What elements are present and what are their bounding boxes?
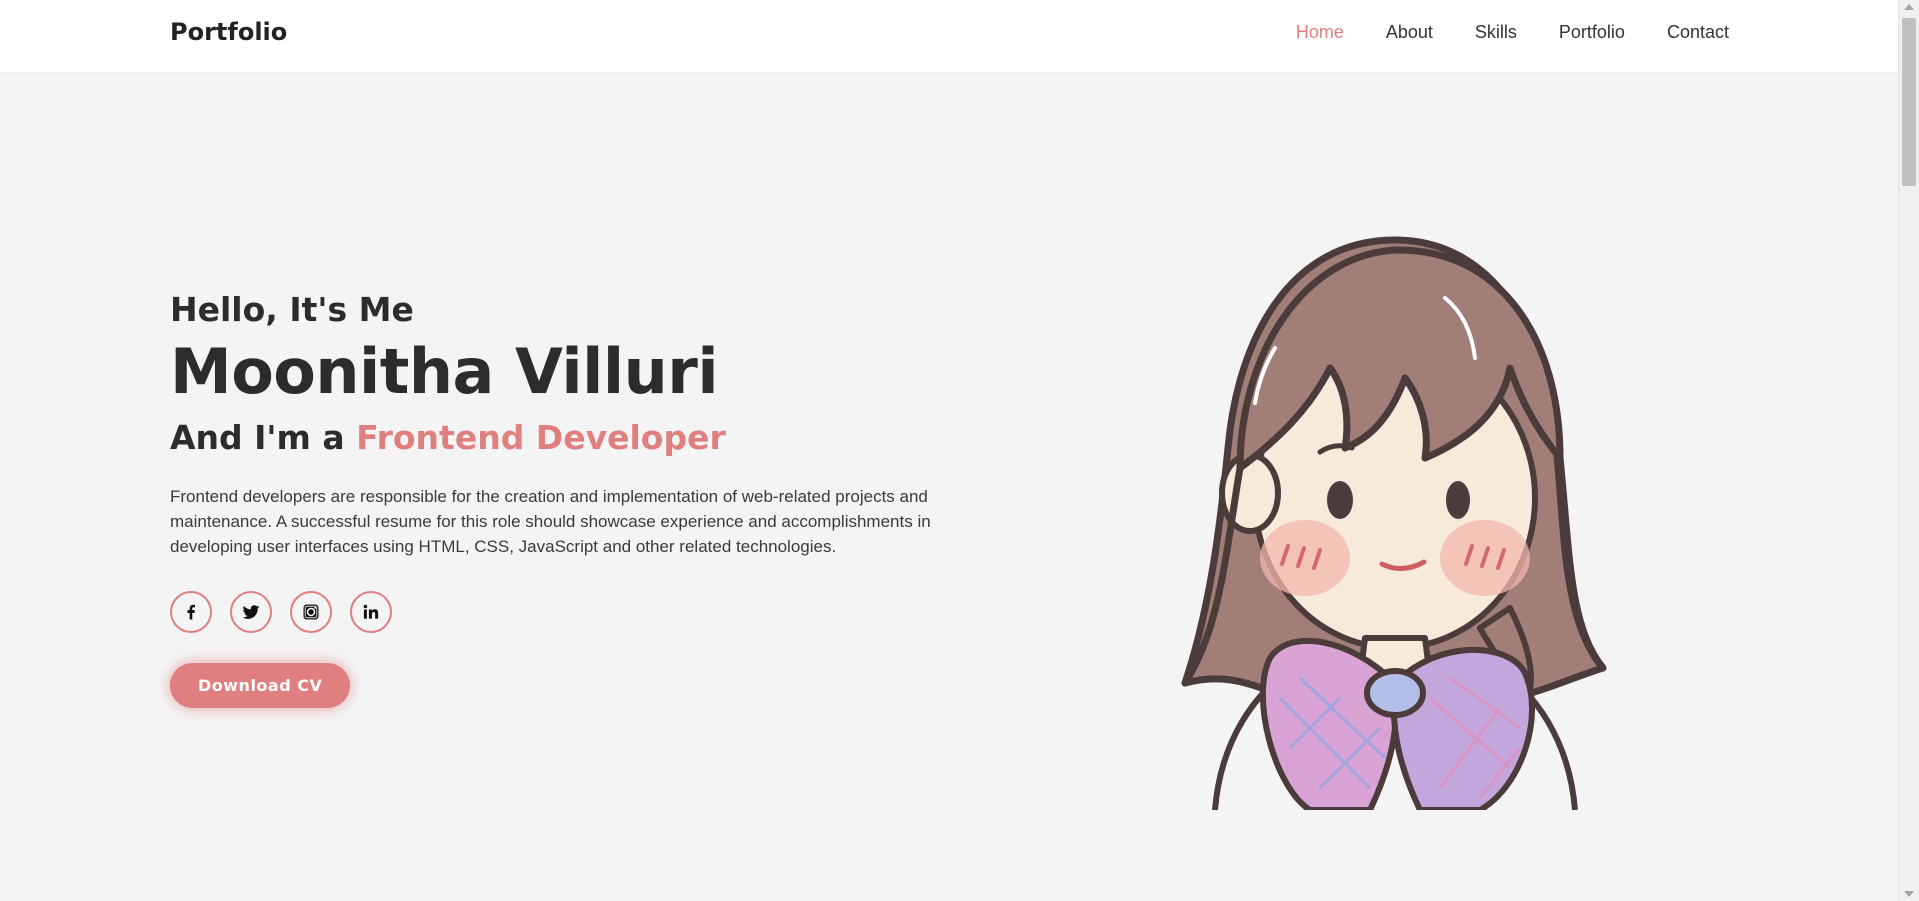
scrollbar-thumb[interactable] [1902,18,1916,186]
social-links [170,591,1000,633]
instagram-icon [303,604,319,620]
twitter-icon [242,605,260,619]
scroll-down-arrow-icon[interactable] [1904,891,1914,897]
site-header: Portfolio Home About Skills Portfolio Co… [0,0,1899,72]
hero-role-highlight: Frontend Developer [356,418,726,457]
nav-link-home[interactable]: Home [1296,22,1344,43]
hero-greeting: Hello, It's Me [170,290,414,329]
facebook-icon [187,604,195,620]
hero-name: Moonitha Villuri [170,335,719,408]
nav-link-skills[interactable]: Skills [1475,22,1517,43]
facebook-link[interactable] [170,591,212,633]
nav-link-contact[interactable]: Contact [1667,22,1729,43]
avatar-illustration [1180,228,1610,813]
vertical-scrollbar[interactable] [1898,0,1919,901]
scroll-up-arrow-icon[interactable] [1904,4,1914,10]
nav-link-about[interactable]: About [1386,22,1433,43]
page: Portfolio Home About Skills Portfolio Co… [0,0,1919,901]
girl-avatar-illustration [1181,236,1607,813]
linkedin-link[interactable] [350,591,392,633]
download-cv-button[interactable]: Download CV [170,663,351,708]
nav-link-portfolio[interactable]: Portfolio [1559,22,1625,43]
hero-role: And I'm a Frontend Developer [170,418,1000,458]
hero-section: Hello, It's Me Moonitha Villuri And I'm … [170,290,1000,708]
main-nav: Home About Skills Portfolio Contact [1296,22,1729,43]
site-logo[interactable]: Portfolio [170,18,287,46]
hero-description: Frontend developers are responsible for … [170,487,931,556]
twitter-link[interactable] [230,591,272,633]
linkedin-icon [363,604,379,619]
instagram-link[interactable] [290,591,332,633]
hero-role-prefix: And I'm a [170,418,345,457]
